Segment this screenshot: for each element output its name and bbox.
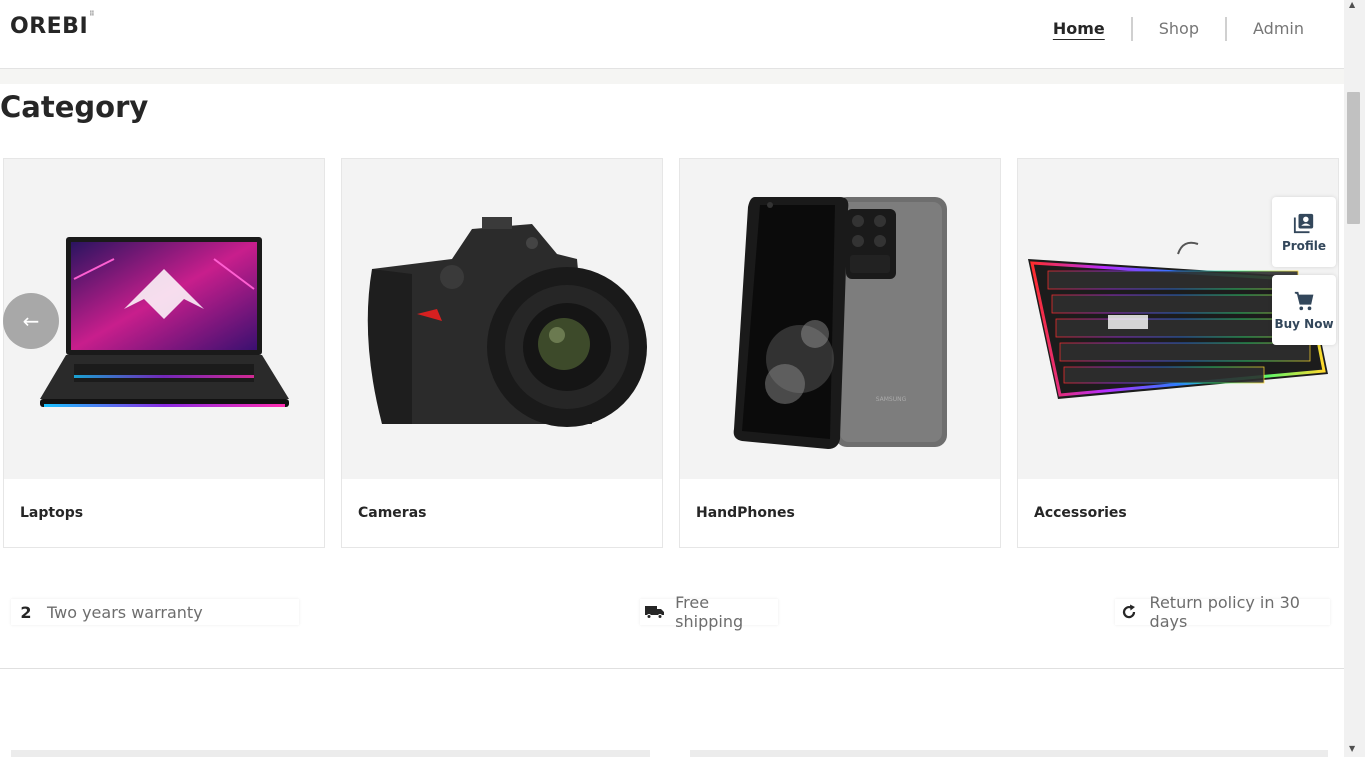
logo[interactable]: OREBI⠿	[10, 10, 95, 39]
arrow-left-icon: ←	[22, 309, 40, 333]
category-title: Category	[0, 90, 149, 124]
category-label: Cameras	[358, 505, 427, 521]
site-header: OREBI⠿ Home Shop Admin	[0, 0, 1344, 69]
svg-text:SAMSUNG: SAMSUNG	[876, 396, 907, 403]
warranty-text: Two years warranty	[47, 602, 203, 622]
buy-now-button[interactable]: Buy Now	[1272, 275, 1336, 345]
feature-shipping: Free shipping	[640, 593, 778, 631]
category-label: HandPhones	[696, 505, 795, 521]
category-card-laptops[interactable]: Laptops	[3, 158, 325, 548]
nav-shop[interactable]: Shop	[1133, 17, 1227, 41]
camera-image	[342, 159, 662, 479]
profile-button[interactable]: Profile	[1272, 197, 1336, 267]
buy-now-label: Buy Now	[1274, 316, 1334, 331]
nav-admin[interactable]: Admin	[1227, 17, 1344, 41]
header-spacer	[0, 69, 1344, 84]
logo-dots: ⠿	[89, 9, 96, 18]
category-card-handphones[interactable]: SAMSUNG HandPhones	[679, 158, 1001, 548]
category-label: Accessories	[1034, 505, 1127, 521]
refresh-icon	[1119, 604, 1140, 620]
feature-warranty: 2 Two years warranty	[11, 599, 299, 625]
feature-returns: Return policy in 30 days	[1115, 593, 1330, 631]
banner-image-right	[690, 750, 1328, 757]
shipping-text: Free shipping	[675, 593, 744, 631]
scroll-up-icon[interactable]: ▲	[1349, 0, 1355, 9]
cart-icon	[1294, 291, 1314, 310]
main-nav: Home Shop Admin	[1027, 0, 1344, 58]
banner-image-left	[11, 750, 650, 757]
section-divider	[0, 668, 1344, 669]
profile-icon	[1293, 213, 1314, 233]
scroll-down-icon[interactable]: ▼	[1349, 744, 1355, 753]
truck-icon	[644, 605, 665, 619]
nav-home[interactable]: Home	[1027, 17, 1133, 41]
warranty-number-icon: 2	[20, 602, 32, 622]
category-card-cameras[interactable]: Cameras	[341, 158, 663, 548]
carousel-prev-button[interactable]: ←	[3, 293, 59, 349]
smartphone-image: SAMSUNG	[680, 159, 1000, 479]
returns-text: Return policy in 30 days	[1149, 593, 1300, 631]
profile-label: Profile	[1281, 238, 1327, 253]
category-label: Laptops	[20, 505, 84, 521]
scrollbar-thumb[interactable]	[1347, 92, 1360, 224]
logo-text: OREBI	[10, 14, 89, 39]
